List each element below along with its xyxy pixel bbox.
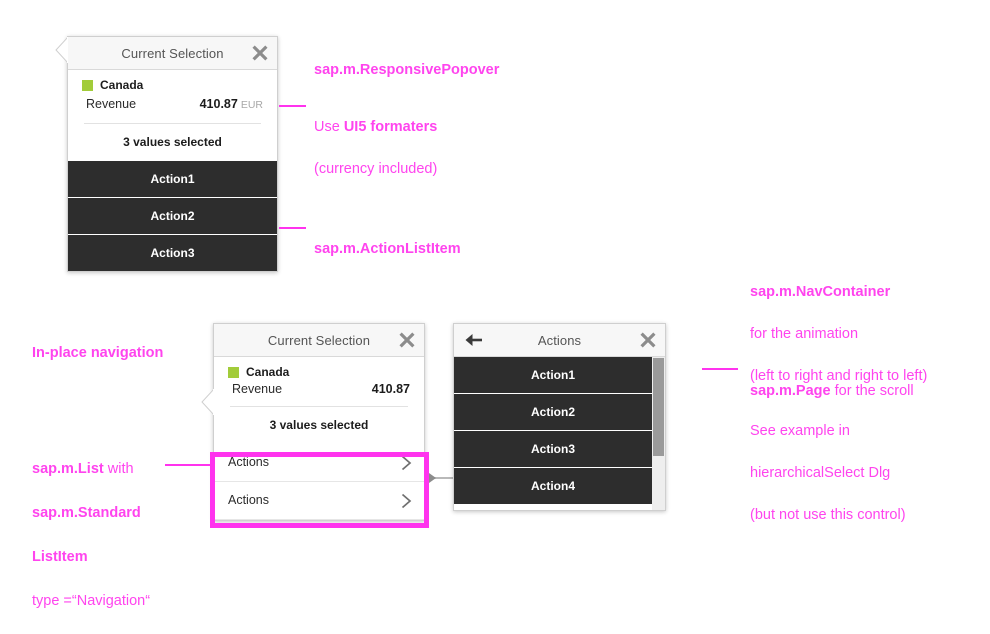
annotation-ui5-formaters: Use UI5 formaters (currency included) — [314, 96, 437, 201]
close-icon[interactable] — [639, 331, 657, 349]
annotation-text-rest: with — [103, 461, 134, 477]
popover-tail-icon — [201, 389, 214, 415]
list-item-label: Actions — [228, 493, 269, 507]
annotation-line: Use UI5 formaters — [314, 117, 437, 138]
chevron-right-icon — [401, 455, 412, 470]
connector-line-formaters — [279, 105, 306, 107]
responsive-popover-top: Current Selection Canada Revenue 410.87 E… — [55, 36, 278, 272]
annotation-text-bold: sap.m.NavContainer — [750, 284, 891, 300]
annotation-line: hierarchicalSelect Dlg — [750, 465, 891, 481]
series-color-swatch — [82, 79, 93, 91]
popover-title: Current Selection — [121, 45, 224, 61]
selection-entry-header: Canada — [82, 78, 263, 92]
selection-details: Canada Revenue 410.87 3 values selected — [214, 357, 424, 444]
popover-header: Current Selection — [68, 37, 277, 70]
annotation-line: (but not use this control) — [750, 507, 906, 523]
annotation-see-example: See example in hierarchicalSelect Dlg (b… — [750, 400, 906, 547]
measure-value-group: 410.87 EUR — [200, 95, 263, 113]
annotation-line: type =“Navigation“ — [32, 593, 151, 609]
selection-entry-header: Canada — [228, 365, 410, 379]
action-list-page: Action1 Action2 Action3 Action4 — [454, 357, 652, 504]
annotation-text-rest: for the scroll — [830, 383, 914, 399]
standard-list-item-navigation[interactable]: Actions — [214, 444, 424, 482]
measure-label: Revenue — [232, 382, 283, 396]
action-list-item[interactable]: Action2 — [68, 198, 277, 235]
connector-line-page — [702, 368, 738, 370]
series-color-swatch — [228, 366, 239, 378]
responsive-popover-middle: Current Selection Canada Revenue 410.87 … — [201, 323, 425, 521]
measure-label: Revenue — [86, 97, 137, 111]
popover-title: Actions — [537, 332, 582, 348]
selection-summary: 3 values selected — [123, 135, 222, 149]
action-list-item[interactable]: Action3 — [454, 431, 652, 468]
mockup-canvas: Current Selection Canada Revenue 410.87 E… — [0, 0, 990, 609]
action-list-item[interactable]: Action2 — [454, 394, 652, 431]
connector-line-actionlistitem — [279, 227, 306, 229]
connector-line-list — [165, 464, 213, 466]
annotation-page: sap.m.Page for the scroll — [750, 360, 914, 402]
action-list-item[interactable]: Action1 — [68, 161, 277, 198]
popover-header: Current Selection — [214, 324, 424, 357]
measure-value: 410.87 — [371, 382, 410, 396]
action-list-top: Action1 Action2 Action3 — [68, 161, 277, 271]
annotation-list-standard-list-item: sap.m.List with sap.m.Standard ListItem … — [32, 436, 150, 634]
popover-tail-icon — [55, 37, 68, 63]
annotation-action-list-item: sap.m.ActionListItem — [314, 218, 461, 260]
close-icon[interactable] — [398, 331, 416, 349]
annotation-text-bold: sap.m.Standard — [32, 505, 141, 521]
measure-row: Revenue 410.87 — [228, 382, 410, 396]
annotation-line: sap.m.List with — [32, 458, 150, 480]
chevron-right-icon — [401, 493, 412, 508]
measure-currency: EUR — [240, 99, 263, 111]
annotation-line: ListItem — [32, 546, 150, 568]
annotation-text: In-place navigation — [32, 345, 164, 361]
action-list-item[interactable]: Action1 — [454, 357, 652, 394]
annotation-line: sap.m.NavContainer — [750, 282, 927, 303]
selection-entry-name: Canada — [100, 78, 144, 92]
annotation-text-lead: Use — [314, 119, 344, 135]
annotation-text-bold: UI5 formaters — [343, 119, 438, 135]
annotation-line: See example in — [750, 423, 850, 439]
annotation-line: sap.m.Standard — [32, 502, 150, 524]
annotation-responsive-popover: sap.m.ResponsivePopover — [314, 39, 499, 81]
measure-value: 410.87 — [199, 97, 238, 111]
list-item-label: Actions — [228, 455, 269, 469]
action-list-item[interactable]: Action3 — [68, 235, 277, 271]
flow-connector-arrow-icon — [429, 473, 436, 483]
responsive-popover-actions: Actions Action1 Action2 Action3 Action4 — [453, 323, 666, 511]
navigation-list: Actions Actions — [214, 444, 424, 520]
action-list-item[interactable]: Action4 — [454, 468, 652, 504]
scrollbar-thumb[interactable] — [653, 358, 664, 456]
selection-summary: 3 values selected — [269, 418, 369, 432]
popover-title: Current Selection — [267, 332, 371, 348]
popover-header: Actions — [454, 324, 665, 357]
standard-list-item-navigation[interactable]: Actions — [214, 482, 424, 520]
measure-row: Revenue 410.87 EUR — [82, 95, 263, 113]
annotation-text: sap.m.ResponsivePopover — [314, 62, 500, 78]
annotation-text-bold: ListItem — [32, 549, 88, 565]
selection-entry-name: Canada — [246, 365, 290, 379]
annotation-line: for the animation — [750, 326, 859, 342]
annotation-text: sap.m.ActionListItem — [314, 241, 461, 257]
annotation-text-bold: sap.m.Page — [750, 383, 831, 399]
close-icon[interactable] — [251, 44, 269, 62]
back-arrow-icon[interactable] — [464, 332, 483, 348]
annotation-text-bold: sap.m.List — [32, 461, 104, 477]
annotation-in-place-navigation: In-place navigation — [32, 322, 163, 364]
selection-details: Canada Revenue 410.87 EUR 3 values select… — [68, 70, 277, 161]
annotation-line: (currency included) — [314, 161, 438, 177]
